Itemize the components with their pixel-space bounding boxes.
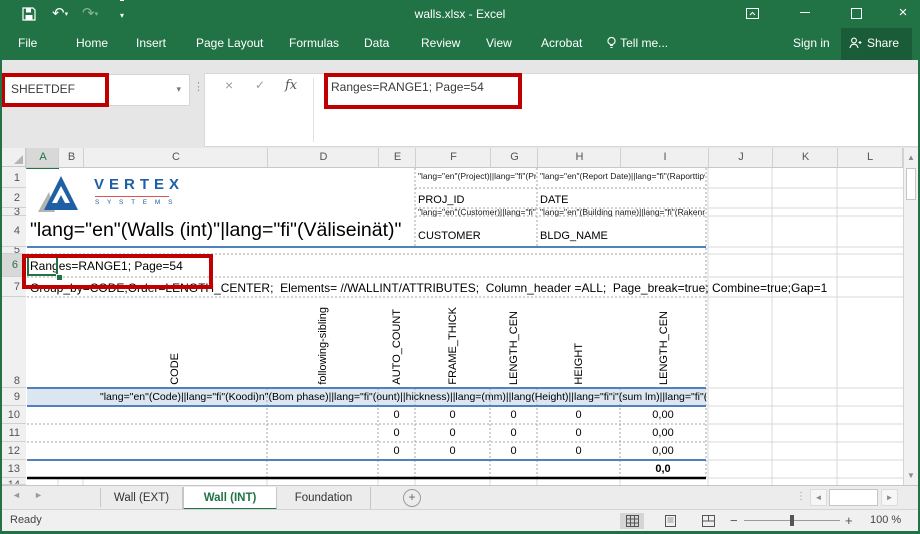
view-page-break-icon[interactable] [696,513,720,529]
sheet-tab-wall-ext[interactable]: Wall (EXT) [101,487,183,510]
cell-G10[interactable]: 0 [490,406,537,424]
cell-H2[interactable]: DATE [540,194,569,206]
rotated-header-length-cen-2: LENGTH_CEN [658,311,670,385]
status-ready-label: Ready [10,514,42,526]
row9-header-text[interactable]: "lang="en"(Code)||lang="fi"(Koodi)n"(Bom… [100,391,706,403]
cell-F10[interactable]: 0 [415,406,490,424]
cell-G12[interactable]: 0 [490,442,537,460]
vertex-logo-triangle-icon [36,172,90,214]
cell-I10[interactable]: 0,00 [620,406,706,424]
zoom-slider-handle[interactable] [790,515,794,526]
cell-H11[interactable]: 0 [537,424,620,442]
rotated-header-length-cen-1: LENGTH_CEN [508,311,520,385]
rotated-header-code: CODE [169,353,181,385]
status-bar: Ready − + 100 % [0,509,920,532]
scroll-up-icon[interactable]: ▲ [904,153,918,162]
zoom-out-icon[interactable]: − [730,513,738,528]
view-page-layout-icon[interactable] [658,513,682,529]
cell-H8[interactable]: HEIGHT [537,299,620,385]
cell-A4-title[interactable]: "lang="en"(Walls (int)"|lang="fi"(Välise… [30,219,401,242]
rotated-header-auto-count: AUTO_COUNT [391,309,403,385]
zoom-level-label[interactable]: 100 % [870,514,901,526]
cell-I12[interactable]: 0,00 [620,442,706,460]
cell-E11[interactable]: 0 [378,424,415,442]
vertex-logo-brand: VERTEX [94,176,184,193]
cell-F12[interactable]: 0 [415,442,490,460]
cell-I13-total[interactable]: 0,0 [620,460,706,478]
cell-F1[interactable]: "lang="en"(Project)||lang="fi"(Pro [418,171,536,181]
cell-F2[interactable]: PROJ_ID [418,194,464,206]
cell-G11[interactable]: 0 [490,424,537,442]
annotation-box-namebox [1,73,109,107]
cell-E8[interactable]: AUTO_COUNT [378,299,415,385]
tab-scroll-splitter[interactable]: ⋮ [796,491,806,502]
vertex-logo-subtitle: S Y S T E M S [95,199,175,206]
cell-C8[interactable]: CODE [83,299,267,385]
zoom-in-icon[interactable]: + [845,513,853,528]
vertex-logo: VERTEX S Y S T E M S [36,172,236,214]
cell-G8[interactable]: LENGTH_CEN [490,299,537,385]
rotated-header-frame-thick: FRAME_THICK [447,307,459,385]
sheet-tab-wall-int[interactable]: Wall (INT) [183,487,277,510]
sheet-tab-strip: ◄ ► Wall (EXT) Wall (INT) Foundation + ⋮… [0,485,920,509]
vertical-scroll-thumb[interactable] [906,168,916,200]
cell-H10[interactable]: 0 [537,406,620,424]
view-normal-icon[interactable] [620,513,644,529]
rotated-header-height: HEIGHT [573,343,585,385]
cell-E10[interactable]: 0 [378,406,415,424]
cell-F11[interactable]: 0 [415,424,490,442]
new-sheet-button[interactable]: + [403,489,421,507]
horizontal-scroll-thumb[interactable] [829,489,878,506]
scroll-down-icon[interactable]: ▼ [904,471,918,480]
cell-F3[interactable]: "lang="en"(Customer)||lang="fi"( [418,207,536,217]
annotation-box-formula [324,73,522,109]
cell-D8[interactable]: following-sibling [267,299,378,385]
excel-window: ↶▾ ↷▾ ▾ walls.xlsx - Excel × File Home I… [0,0,920,534]
vertex-logo-rule [95,196,169,197]
cell-E12[interactable]: 0 [378,442,415,460]
cell-H1[interactable]: "lang="en"(Report Date)||lang="fi"(Rapor… [540,171,705,181]
cell-H12[interactable]: 0 [537,442,620,460]
rotated-header-following-sibling: following-sibling [317,307,329,385]
sheet-nav-next-icon[interactable]: ► [34,490,43,500]
hscroll-right-icon[interactable]: ► [881,489,898,506]
hscroll-left-icon[interactable]: ◄ [810,489,827,506]
window-edge-left [0,28,2,534]
sheet-tab-foundation[interactable]: Foundation [277,487,371,510]
cell-I11[interactable]: 0,00 [620,424,706,442]
cell-H4[interactable]: BLDG_NAME [540,230,608,242]
cell-F8[interactable]: FRAME_THICK [415,299,490,385]
annotation-box-a6 [22,254,213,289]
cell-I8[interactable]: LENGTH_CEN [620,299,708,385]
cell-F4[interactable]: CUSTOMER [418,230,481,242]
sheet-nav-prev-icon[interactable]: ◄ [12,490,21,500]
cell-H3[interactable]: "lang="en"(Building name)||lang="fi"(Rak… [540,207,705,217]
vertical-scrollbar[interactable]: ▲ ▼ [903,148,918,485]
